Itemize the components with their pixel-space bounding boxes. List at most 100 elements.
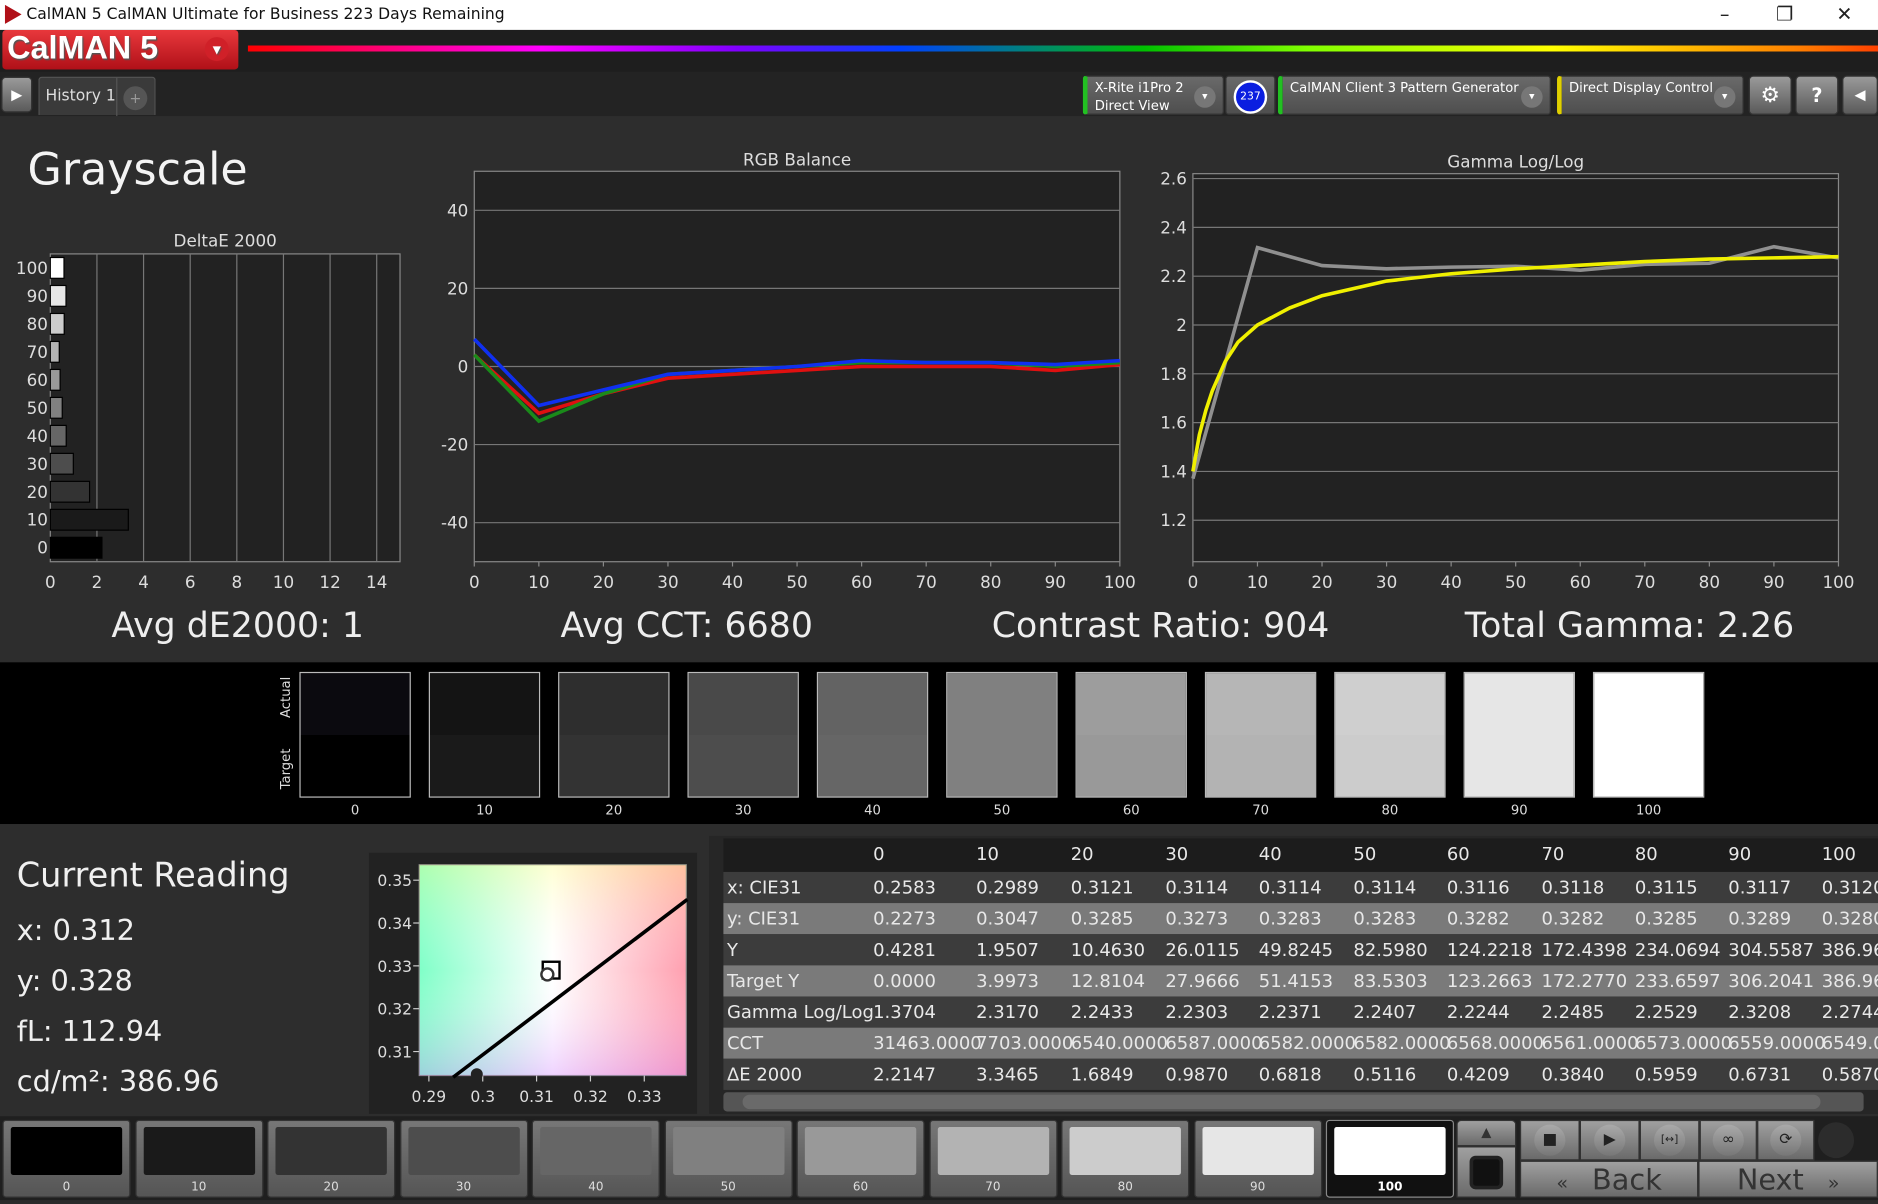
select-level-30-button[interactable]: 30: [399, 1119, 528, 1198]
calman-logo-menu[interactable]: CalMAN 5 ▾: [2, 29, 239, 70]
select-level-100-button[interactable]: 100: [1325, 1119, 1455, 1198]
help-icon[interactable]: ?: [1795, 75, 1839, 115]
range-button[interactable]: [↔]: [1639, 1119, 1700, 1161]
bar: [49, 312, 65, 335]
measured-point: [540, 967, 555, 982]
swatch-100: [1592, 671, 1705, 798]
expand-sidebar-button[interactable]: ▶: [1, 76, 33, 113]
table-cell: 49.8245: [1258, 938, 1334, 961]
table-cell: 2.2303: [1165, 1001, 1229, 1023]
row-label: y: CIE31: [727, 907, 801, 930]
swatch-80: [1334, 671, 1446, 798]
stop-icon: ■: [1534, 1124, 1566, 1156]
refresh-button[interactable]: ⟳: [1757, 1119, 1815, 1161]
swatch-label: 40: [864, 802, 881, 819]
stop-button[interactable]: ■: [1519, 1119, 1580, 1161]
stop-square-button[interactable]: [1456, 1146, 1517, 1198]
bar: [49, 396, 63, 419]
row-label: x: CIE31: [727, 876, 802, 899]
select-level-40-button[interactable]: 40: [531, 1119, 660, 1198]
back-button[interactable]: « Back: [1519, 1160, 1699, 1198]
table-cell: 6573.0000: [1634, 1032, 1733, 1054]
level-swatch: [407, 1127, 520, 1175]
loop-button[interactable]: ∞: [1699, 1119, 1758, 1161]
next-button[interactable]: Next »: [1698, 1160, 1878, 1198]
y-tick-label: 1.6: [1160, 413, 1187, 433]
swatch-label: 100: [1636, 802, 1662, 819]
y-tick-label: 1.4: [1160, 461, 1187, 481]
table-cell: 82.5980: [1353, 938, 1428, 961]
table-cell: 0.2273: [873, 907, 937, 930]
x-tick-label: 0.33: [627, 1088, 662, 1106]
swatch-label: 60: [1122, 802, 1140, 819]
table-cell: 0.3285: [1634, 907, 1698, 930]
horizontal-scrollbar[interactable]: [723, 1092, 1864, 1112]
x-tick-label: 10: [528, 572, 549, 592]
double-chevron-left-icon: «: [1556, 1171, 1569, 1195]
level-label: 90: [1249, 1180, 1266, 1195]
minimize-button[interactable]: –: [1701, 2, 1749, 25]
add-tab-button[interactable]: +: [123, 86, 148, 111]
select-level-60-button[interactable]: 60: [796, 1119, 925, 1198]
table-cell: 0.3840: [1541, 1063, 1605, 1086]
x-tick-label: 8: [231, 572, 242, 592]
y-tick-label: 0.34: [377, 915, 412, 933]
deltae-chart: DeltaE 2000 0 2 4 6 8 10 12 14 0 10 20 30 40 50 60 70 80 9…: [16, 231, 401, 592]
meter-selector[interactable]: X-Rite i1Pro 2 Direct View ▾: [1082, 75, 1225, 115]
tab-label: History 1: [45, 87, 116, 106]
table-cell: 0.3114: [1165, 876, 1229, 899]
table-cell: 304.5587: [1728, 938, 1815, 961]
swatch-label: 70: [1252, 802, 1269, 819]
next-label: Next: [1736, 1162, 1804, 1197]
table-cell: 0.3280: [1821, 907, 1878, 930]
row-label: CCT: [727, 1032, 764, 1054]
chart-title: RGB Balance: [743, 149, 851, 169]
y-tick-label: 20: [27, 482, 48, 502]
table-cell: 0.3117: [1728, 876, 1792, 899]
close-button[interactable]: ✕: [1821, 2, 1869, 25]
actual-label: Actual: [277, 676, 294, 718]
select-level-70-button[interactable]: 70: [928, 1119, 1057, 1198]
level-swatch: [540, 1127, 652, 1175]
select-level-20-button[interactable]: 20: [267, 1119, 396, 1198]
tab-history-1[interactable]: History 1 +: [38, 76, 156, 117]
table-row: Target Y 0.0000 3.9973 12.8104 27.9666 51.415…: [723, 965, 1878, 997]
meter-badge: 237: [1233, 80, 1268, 114]
select-level-0-button[interactable]: 0: [2, 1119, 131, 1198]
select-level-50-button[interactable]: 50: [664, 1119, 793, 1198]
pattern-generator-selector[interactable]: CalMAN Client 3 Pattern Generator ▾: [1277, 75, 1552, 115]
display-name: Direct Display Control: [1568, 80, 1714, 96]
table-cell: 0.3120: [1821, 876, 1878, 899]
x-tick-label: 70: [916, 572, 937, 592]
collapse-panel-button[interactable]: ◀: [1842, 75, 1878, 115]
table-cell: 2.2147: [873, 1063, 937, 1086]
rgb-balance-chart: RGB Balance 40 20 0 -20 -40 0 10 20 30 40 50 60 70 80 9…: [441, 149, 1136, 592]
swatch-50: [946, 671, 1058, 798]
bar: [49, 256, 65, 279]
select-level-10-button[interactable]: 10: [134, 1119, 263, 1198]
avg-de-stat: Avg dE2000: 1: [111, 604, 364, 646]
x-tick-label: 0: [45, 572, 56, 592]
scrollbar-thumb[interactable]: [742, 1094, 1821, 1110]
x-tick-label: 0.32: [573, 1088, 608, 1106]
restore-button[interactable]: ❐: [1761, 2, 1809, 25]
meter-status[interactable]: 237: [1225, 75, 1276, 115]
table-cell: 1.6849: [1070, 1063, 1134, 1086]
y-tick-label: -40: [441, 513, 468, 533]
play-button[interactable]: ▶: [1579, 1119, 1640, 1161]
plot-area: [1192, 173, 1840, 563]
table-cell: 10.4630: [1070, 938, 1146, 961]
level-label: 10: [191, 1180, 207, 1195]
current-reading-title: Current Reading: [16, 855, 290, 895]
settings-gear-icon[interactable]: ⚙: [1748, 75, 1792, 115]
select-level-90-button[interactable]: 90: [1193, 1119, 1322, 1198]
bar: [49, 340, 60, 363]
title-bar: CalMAN 5 CalMAN Ultimate for Business 22…: [0, 0, 1878, 30]
logo-text: CalMAN 5: [7, 29, 159, 66]
window-title: CalMAN 5 CalMAN Ultimate for Business 22…: [26, 5, 505, 24]
select-level-80-button[interactable]: 80: [1061, 1119, 1190, 1198]
header: CalMAN 5 ▾: [0, 29, 1878, 72]
up-button[interactable]: ▲: [1456, 1119, 1517, 1147]
display-selector[interactable]: Direct Display Control ▾: [1557, 75, 1744, 115]
y-tick-label: 2.4: [1160, 217, 1187, 237]
